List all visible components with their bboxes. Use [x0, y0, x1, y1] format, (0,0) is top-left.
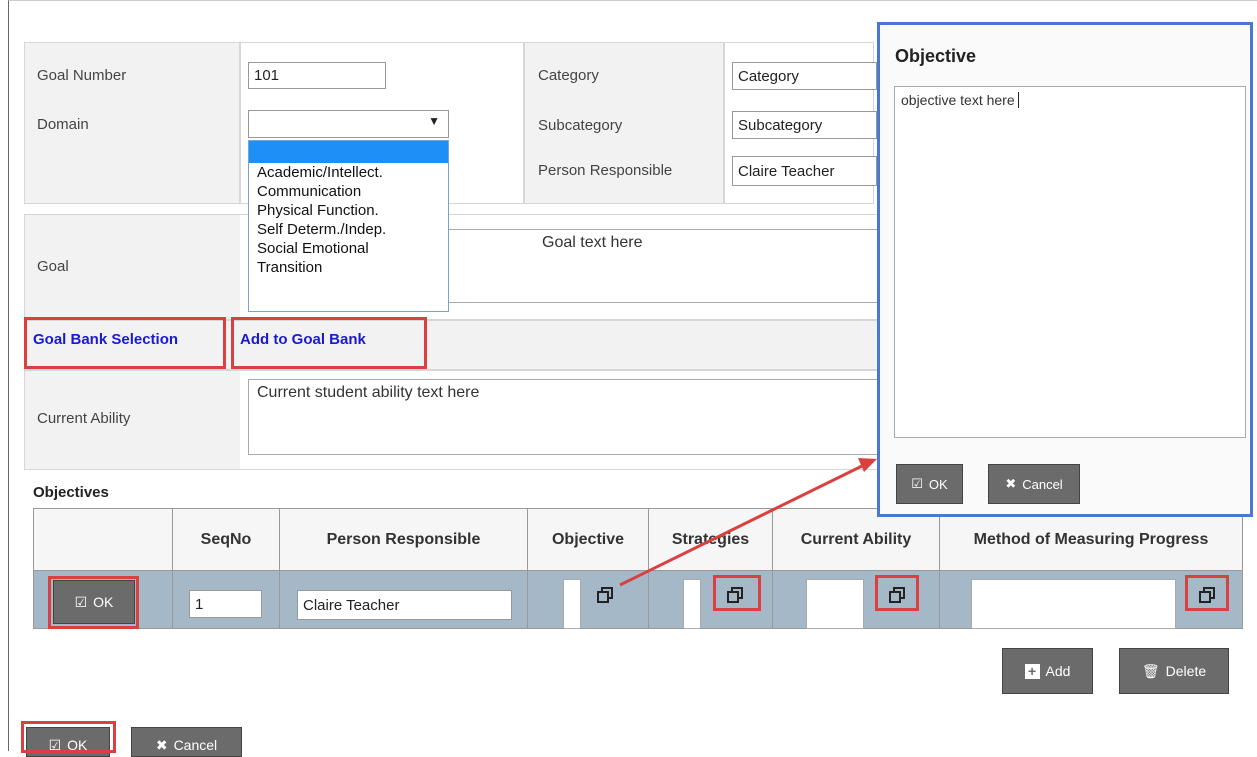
person-responsible-input[interactable] — [732, 156, 877, 186]
modal-objective-text: objective text here — [901, 92, 1015, 108]
domain-option[interactable]: Physical Function. — [249, 201, 448, 220]
row-objective-cell — [527, 570, 649, 629]
modal-ok-button[interactable]: ☑ OK — [896, 464, 963, 504]
highlight-method-popout — [1185, 575, 1229, 611]
domain-dropdown-overlay: Academic/Intellect. Communication Physic… — [248, 140, 449, 312]
objective-modal: Objective objective text here ☑ OK ✖ Can… — [877, 22, 1253, 517]
current-ability-text: Current student ability text here — [257, 384, 480, 401]
delete-label: Delete — [1165, 663, 1207, 679]
modal-cancel-button[interactable]: ✖ Cancel — [988, 464, 1080, 504]
modal-ok-label: OK — [928, 476, 948, 492]
x-icon: ✖ — [1005, 476, 1017, 491]
person-responsible-label: Person Responsible — [538, 162, 673, 179]
domain-option[interactable]: Self Determ./Indep. — [249, 220, 448, 239]
text-cursor — [1017, 92, 1019, 108]
column-header-current-ability: Current Ability — [772, 508, 940, 571]
goal-label: Goal — [37, 258, 69, 275]
highlight-add-to-goal-bank — [231, 317, 427, 369]
column-header-method-measuring-progress: Method of Measuring Progress — [939, 508, 1243, 571]
current-ability-label: Current Ability — [37, 410, 131, 427]
add-button[interactable]: + Add — [1002, 648, 1093, 694]
domain-option[interactable]: Transition — [249, 258, 448, 277]
column-header-strategies: Strategies — [648, 508, 773, 571]
column-header-seqno: SeqNo — [172, 508, 280, 571]
domain-select[interactable]: ▼ — [248, 110, 449, 138]
highlight-row-ok — [48, 576, 139, 629]
column-header-person-responsible: Person Responsible — [279, 508, 528, 571]
current-ability-textarea[interactable]: Current student ability text here — [248, 379, 880, 455]
dropdown-arrow-icon: ▼ — [428, 114, 440, 128]
current-ability-mini-textarea[interactable] — [806, 579, 864, 629]
goal-text: Goal text here — [542, 234, 643, 251]
objectives-title: Objectives — [33, 484, 109, 501]
seqno-input[interactable] — [189, 590, 262, 618]
objectives-header-row: SeqNo Person Responsible Objective Strat… — [33, 508, 1243, 571]
add-label: Add — [1045, 663, 1071, 679]
domain-option[interactable]: Social Emotional — [249, 239, 448, 258]
column-header-actions — [33, 508, 173, 571]
domain-option[interactable]: Academic/Intellect. — [249, 163, 448, 182]
objective-mini-textarea[interactable] — [563, 579, 581, 629]
footer-cancel-button[interactable]: ✖ Cancel — [131, 727, 242, 757]
column-header-objective: Objective — [527, 508, 649, 571]
popout-icon-objective[interactable] — [597, 587, 613, 603]
highlight-footer-ok — [21, 721, 116, 753]
check-square-icon: ☑ — [911, 476, 923, 491]
highlight-strategies-popout — [713, 575, 761, 611]
modal-objective-textarea[interactable]: objective text here — [894, 86, 1246, 438]
highlight-goal-bank-selection — [24, 317, 226, 369]
x-icon: ✖ — [155, 737, 168, 753]
domain-label: Domain — [37, 116, 89, 133]
subcategory-label: Subcategory — [538, 117, 623, 134]
domain-option[interactable]: Communication — [249, 182, 448, 201]
highlight-current-ability-popout — [875, 575, 919, 611]
strategies-mini-textarea[interactable] — [683, 579, 701, 629]
goal-number-label: Goal Number — [37, 67, 127, 84]
row-person-input[interactable] — [297, 590, 512, 620]
modal-cancel-label: Cancel — [1022, 476, 1063, 492]
subcategory-input[interactable] — [732, 111, 877, 139]
category-label: Category — [538, 67, 599, 84]
trash-icon: 🗑 — [1141, 662, 1160, 679]
goal-number-input[interactable] — [248, 62, 386, 89]
delete-button[interactable]: 🗑 Delete — [1119, 648, 1229, 694]
modal-title: Objective — [895, 46, 977, 66]
method-mini-textarea[interactable] — [971, 579, 1176, 629]
plus-square-icon: + — [1024, 663, 1040, 679]
category-input[interactable] — [732, 62, 877, 90]
domain-option-blank[interactable] — [249, 141, 448, 163]
